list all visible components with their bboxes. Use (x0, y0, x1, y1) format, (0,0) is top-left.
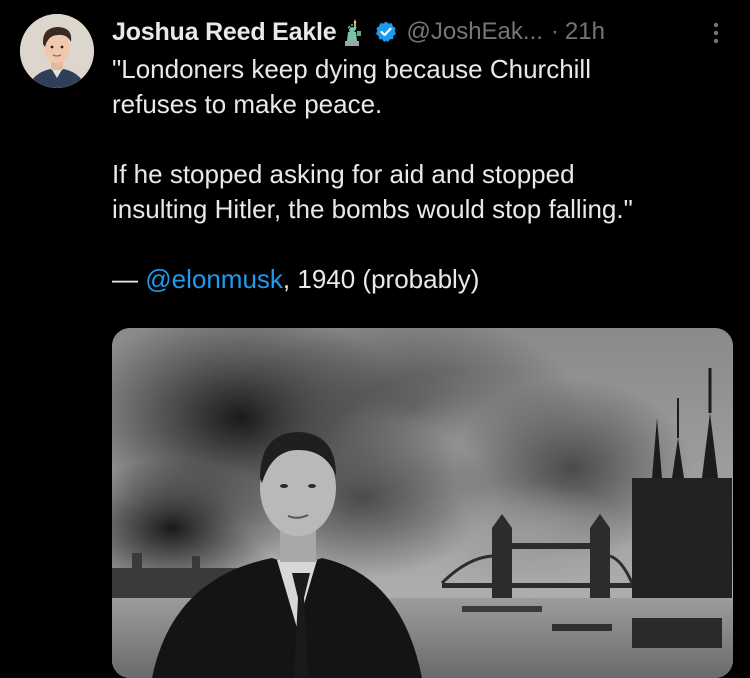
tweet-text-line: insulting Hitler, the bombs would stop f… (112, 194, 633, 224)
tweet-image[interactable] (112, 328, 733, 678)
verified-badge-icon[interactable] (374, 20, 398, 44)
attribution-dash: — (112, 264, 146, 294)
statue-of-liberty-icon (342, 17, 368, 47)
timestamp[interactable]: 21h (565, 18, 605, 46)
mention-link[interactable]: @elonmusk (145, 264, 283, 294)
tweet-text-line: If he stopped asking for aid and stopped (112, 159, 575, 189)
tweet-text-line: refuses to make peace. (112, 89, 383, 119)
tweet-text: "Londoners keep dying because Churchill … (112, 52, 732, 297)
avatar[interactable] (20, 14, 94, 88)
user-handle[interactable]: @JoshEak... (406, 18, 542, 46)
attribution-line: — @elonmusk, 1940 (probably) (112, 262, 732, 297)
display-name[interactable]: Joshua Reed Eakle (112, 18, 337, 47)
separator-dot: · (550, 18, 559, 45)
tweet-text-line: "Londoners keep dying because Churchill (112, 54, 591, 84)
tweet-header: Joshua Reed Eakle @JoshEak... · 21h (112, 12, 730, 52)
attribution-text: , 1940 (probably) (282, 264, 480, 294)
more-vertical-icon[interactable] (704, 20, 728, 46)
